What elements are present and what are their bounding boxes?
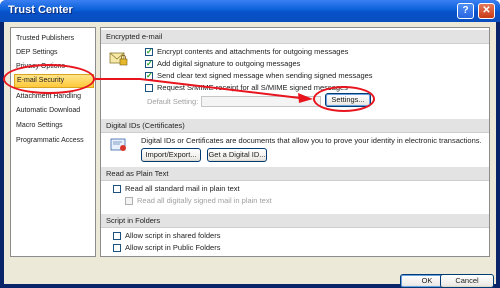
highlight-oval-settings — [313, 86, 375, 112]
get-digital-id-button[interactable]: Get a Digital ID... — [207, 148, 267, 162]
script-public-folders-checkbox[interactable] — [113, 244, 121, 252]
sidebar-item-macro-settings[interactable]: Macro Settings — [14, 119, 94, 133]
help-button[interactable]: ? — [457, 3, 474, 19]
cancel-button[interactable]: Cancel — [440, 274, 494, 288]
section-header-digital-ids: Digital IDs (Certificates) — [101, 119, 489, 133]
read-standard-plain-checkbox[interactable] — [113, 185, 121, 193]
import-export-button[interactable]: Import/Export... — [141, 148, 201, 162]
title-bar[interactable]: Trust Center ? ✕ — [0, 0, 500, 22]
sidebar-item-programmatic-access[interactable]: Programmatic Access — [14, 134, 94, 148]
trust-center-window: Trust Center ? ✕ Trusted Publishers DEP … — [0, 0, 500, 288]
read-standard-plain-label: Read all standard mail in plain text — [125, 184, 240, 193]
read-signed-plain-label: Read all digitally signed mail in plain … — [137, 196, 272, 205]
envelope-lock-icon — [109, 52, 128, 66]
sidebar-item-dep-settings[interactable]: DEP Settings — [14, 46, 94, 60]
default-setting-label: Default Setting: — [147, 97, 199, 106]
script-public-folders-label: Allow script in Public Folders — [125, 243, 221, 252]
send-clear-text-label: Send clear text signed message when send… — [157, 71, 373, 80]
add-signature-checkbox[interactable] — [145, 59, 153, 69]
read-signed-plain-checkbox — [125, 197, 133, 205]
encrypt-contents-label: Encrypt contents and attachments for out… — [157, 47, 349, 56]
highlight-oval-email-security — [3, 64, 95, 94]
script-shared-folders-label: Allow script in shared folders — [125, 231, 221, 240]
section-header-encrypted-email: Encrypted e-mail — [101, 30, 489, 44]
close-icon[interactable]: ✕ — [478, 3, 495, 19]
section-header-plain-text: Read as Plain Text — [101, 167, 489, 181]
sidebar-item-trusted-publishers[interactable]: Trusted Publishers — [14, 32, 94, 46]
sidebar-item-automatic-download[interactable]: Automatic Download — [14, 104, 94, 118]
default-setting-combo[interactable] — [201, 96, 321, 107]
section-header-script-folders: Script in Folders — [101, 214, 489, 228]
encrypt-contents-checkbox[interactable] — [145, 47, 153, 57]
send-clear-text-checkbox[interactable] — [145, 71, 153, 81]
certificate-icon — [110, 138, 126, 151]
script-shared-folders-checkbox[interactable] — [113, 232, 121, 240]
window-title: Trust Center — [8, 4, 73, 16]
settings-panel: Encrypted e-mail Encrypt contents and at… — [100, 27, 490, 257]
add-signature-label: Add digital signature to outgoing messag… — [157, 59, 301, 68]
sidebar-nav: Trusted Publishers DEP Settings Privacy … — [10, 27, 96, 257]
digital-ids-description: Digital IDs or Certificates are document… — [141, 136, 482, 145]
request-smime-receipt-checkbox[interactable] — [145, 84, 153, 92]
dialog-client-area: Trusted Publishers DEP Settings Privacy … — [4, 22, 496, 288]
